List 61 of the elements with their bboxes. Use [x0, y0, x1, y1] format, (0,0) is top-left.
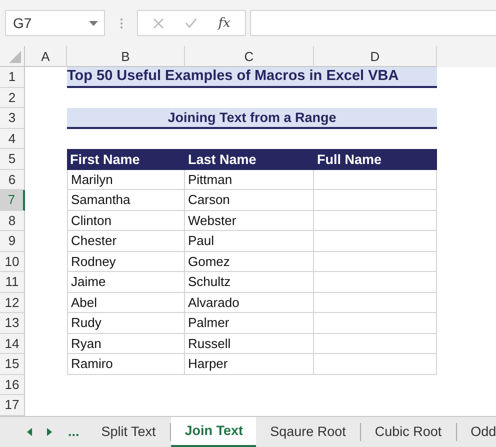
table-cell: Webster [185, 210, 314, 231]
sheet-tab[interactable]: Cubic Root [360, 422, 457, 441]
row-header[interactable]: 7 [0, 190, 25, 210]
table-cell: Rodney [67, 252, 185, 272]
sheet-tab[interactable]: Sqaure Root [256, 422, 361, 441]
table-header: Last Name [185, 149, 314, 170]
table-header: Full Name [314, 149, 437, 170]
table-cell: Schultz [185, 272, 314, 292]
row-header[interactable]: 11 [0, 272, 25, 292]
table-cell: Ramiro [67, 354, 185, 374]
column-header[interactable]: C [185, 46, 314, 67]
table-cell: Clinton [67, 210, 185, 231]
sheet-title: Top 50 Useful Examples of Macros in Excel VBA [67, 67, 437, 88]
row-header[interactable]: 14 [0, 334, 25, 354]
table-cell: Harper [185, 354, 314, 374]
table-cell: Alvarado [185, 292, 314, 313]
insert-function-button[interactable]: fx [218, 16, 230, 30]
table-cell: Gomez [185, 252, 314, 272]
row-header[interactable]: 13 [0, 313, 25, 334]
table-cell: Chester [67, 231, 185, 252]
table-cell: Pittman [185, 170, 314, 190]
row-header[interactable]: 10 [0, 252, 25, 272]
select-all-icon[interactable] [9, 51, 21, 63]
row-header[interactable]: 12 [0, 292, 25, 313]
row-header[interactable]: 3 [0, 108, 25, 128]
table-cell: Jaime [67, 272, 185, 292]
column-header[interactable]: A [25, 46, 67, 67]
table-cell: Marilyn [67, 170, 185, 190]
row-header[interactable]: 1 [0, 67, 25, 88]
table-cell: Rudy [67, 313, 185, 334]
table-cell: Samantha [67, 190, 185, 210]
name-box[interactable]: G7 [5, 10, 105, 36]
sheet-tab[interactable]: Join Text [170, 416, 256, 447]
row-header[interactable]: 5 [0, 149, 25, 170]
table-cell: Carson [185, 190, 314, 210]
formula-input[interactable] [250, 10, 496, 36]
sheet-subtitle: Joining Text from a Range [67, 108, 437, 128]
row-header[interactable]: 15 [0, 354, 25, 374]
checkmark-icon[interactable] [184, 18, 197, 28]
row-header[interactable]: 6 [0, 170, 25, 190]
table-cell: Paul [185, 231, 314, 252]
grip-icon [120, 18, 122, 28]
row-header[interactable]: 8 [0, 210, 25, 231]
table-header: First Name [67, 149, 185, 170]
row-header[interactable]: 2 [0, 88, 25, 108]
row-header[interactable]: 4 [0, 128, 25, 149]
dropdown-caret-icon [89, 20, 98, 26]
scroll-left-icon[interactable] [27, 428, 32, 436]
scroll-right-icon[interactable] [47, 428, 52, 436]
table-cell: Ryan [67, 334, 185, 354]
table-cell: Russell [185, 334, 314, 354]
table-cell: Abel [67, 292, 185, 313]
table-cell: Palmer [185, 313, 314, 334]
row-header[interactable]: 17 [0, 395, 25, 416]
column-header[interactable]: D [314, 46, 437, 67]
more-sheets-button[interactable]: ... [68, 416, 80, 447]
sheet-tab[interactable]: Odd [456, 422, 496, 441]
cancel-icon[interactable] [152, 18, 164, 28]
column-header[interactable]: B [67, 46, 185, 67]
row-header[interactable]: 16 [0, 374, 25, 395]
row-header[interactable]: 9 [0, 231, 25, 252]
